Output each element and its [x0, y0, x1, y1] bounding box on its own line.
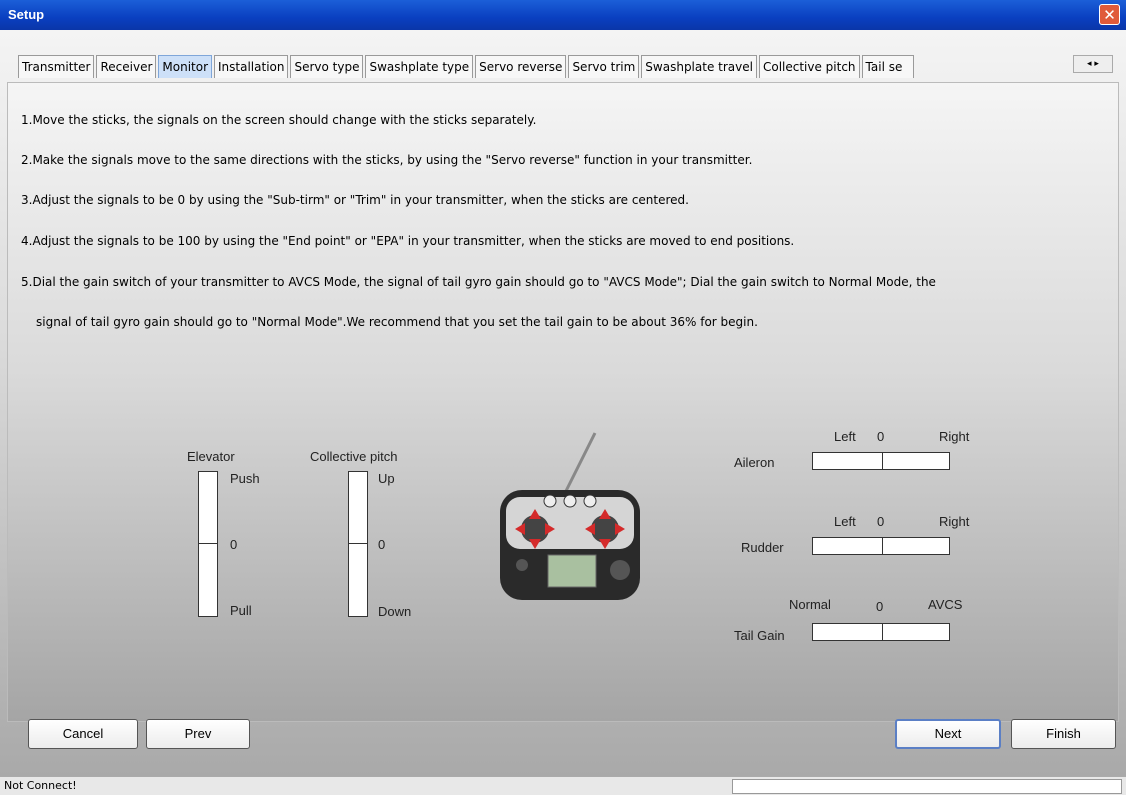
prev-button[interactable]: Prev	[146, 719, 250, 749]
status-panel	[732, 779, 1122, 794]
elevator-title: Elevator	[187, 449, 235, 464]
window-title: Setup	[8, 7, 45, 22]
tab-servo-reverse[interactable]: Servo reverse	[475, 55, 567, 78]
tab-collective-pitch[interactable]: Collective pitch	[758, 55, 860, 78]
elevator-zero-label: 0	[230, 537, 238, 552]
collective-down-label: Down	[378, 604, 412, 619]
close-button[interactable]: ✕	[1099, 4, 1120, 25]
tab-servo-type[interactable]: Servo type	[290, 55, 364, 78]
instruction-5-cont: signal of tail gyro gain should go to "N…	[36, 315, 758, 329]
collective-bar	[348, 471, 368, 617]
finish-button[interactable]: Finish	[1011, 719, 1116, 749]
rudder-right-label: Right	[939, 514, 970, 529]
aileron-right-label: Right	[939, 429, 970, 444]
collective-zero-label: 0	[378, 537, 386, 552]
instruction-4: 4.Adjust the signals to be 100 by using …	[21, 234, 795, 248]
tab-installation[interactable]: Installation	[214, 55, 289, 78]
collective-title: Collective pitch	[310, 449, 398, 464]
status-bar: Not Connect!	[0, 776, 1126, 795]
aileron-bar	[812, 452, 950, 470]
instruction-2: 2.Make the signals move to the same dire…	[21, 153, 753, 167]
transmitter-icon	[500, 432, 640, 600]
next-button[interactable]: Next	[895, 719, 1001, 749]
tab-receiver[interactable]: Receiver	[96, 55, 157, 78]
tail-gain-zero-label: 0	[876, 599, 884, 614]
tail-gain-normal-label: Normal	[789, 597, 831, 612]
rudder-zero-label: 0	[877, 514, 885, 529]
instruction-5: 5.Dial the gain switch of your transmitt…	[21, 275, 936, 289]
collective-up-label: Up	[378, 471, 395, 486]
tab-servo-trim[interactable]: Servo trim	[568, 55, 640, 78]
tab-monitor[interactable]: Monitor	[158, 55, 213, 78]
elevator-push-label: Push	[230, 471, 260, 486]
cancel-button[interactable]: Cancel	[28, 719, 138, 749]
instruction-1: 1.Move the sticks, the signals on the sc…	[21, 113, 537, 127]
tail-gain-bar	[812, 623, 950, 641]
tail-gain-label: Tail Gain	[734, 628, 785, 643]
tab-swashplate-travel[interactable]: Swashplate travel	[641, 55, 757, 78]
close-icon: ✕	[1103, 6, 1116, 24]
tab-swashplate-type[interactable]: Swashplate type	[365, 55, 474, 78]
elevator-pull-label: Pull	[230, 603, 252, 618]
tab-bar: Transmitter Receiver Monitor Installatio…	[18, 55, 916, 79]
connection-status: Not Connect!	[4, 779, 77, 792]
rudder-label: Rudder	[741, 540, 784, 555]
title-bar: Setup ✕	[0, 0, 1126, 30]
aileron-label: Aileron	[734, 455, 775, 470]
monitor-panel: 1.Move the sticks, the signals on the sc…	[7, 82, 1119, 722]
setup-content: Transmitter Receiver Monitor Installatio…	[0, 30, 1126, 776]
aileron-left-label: Left	[834, 429, 856, 444]
rudder-left-label: Left	[834, 514, 856, 529]
tab-scroll-arrows[interactable]: ◂ ▸	[1073, 55, 1113, 73]
aileron-zero-label: 0	[877, 429, 885, 444]
tail-gain-avcs-label: AVCS	[928, 597, 963, 612]
instruction-3: 3.Adjust the signals to be 0 by using th…	[21, 193, 689, 207]
elevator-bar	[198, 471, 218, 617]
rudder-bar	[812, 537, 950, 555]
tab-transmitter[interactable]: Transmitter	[18, 55, 95, 78]
tab-tail-setup[interactable]: Tail se	[861, 55, 914, 78]
